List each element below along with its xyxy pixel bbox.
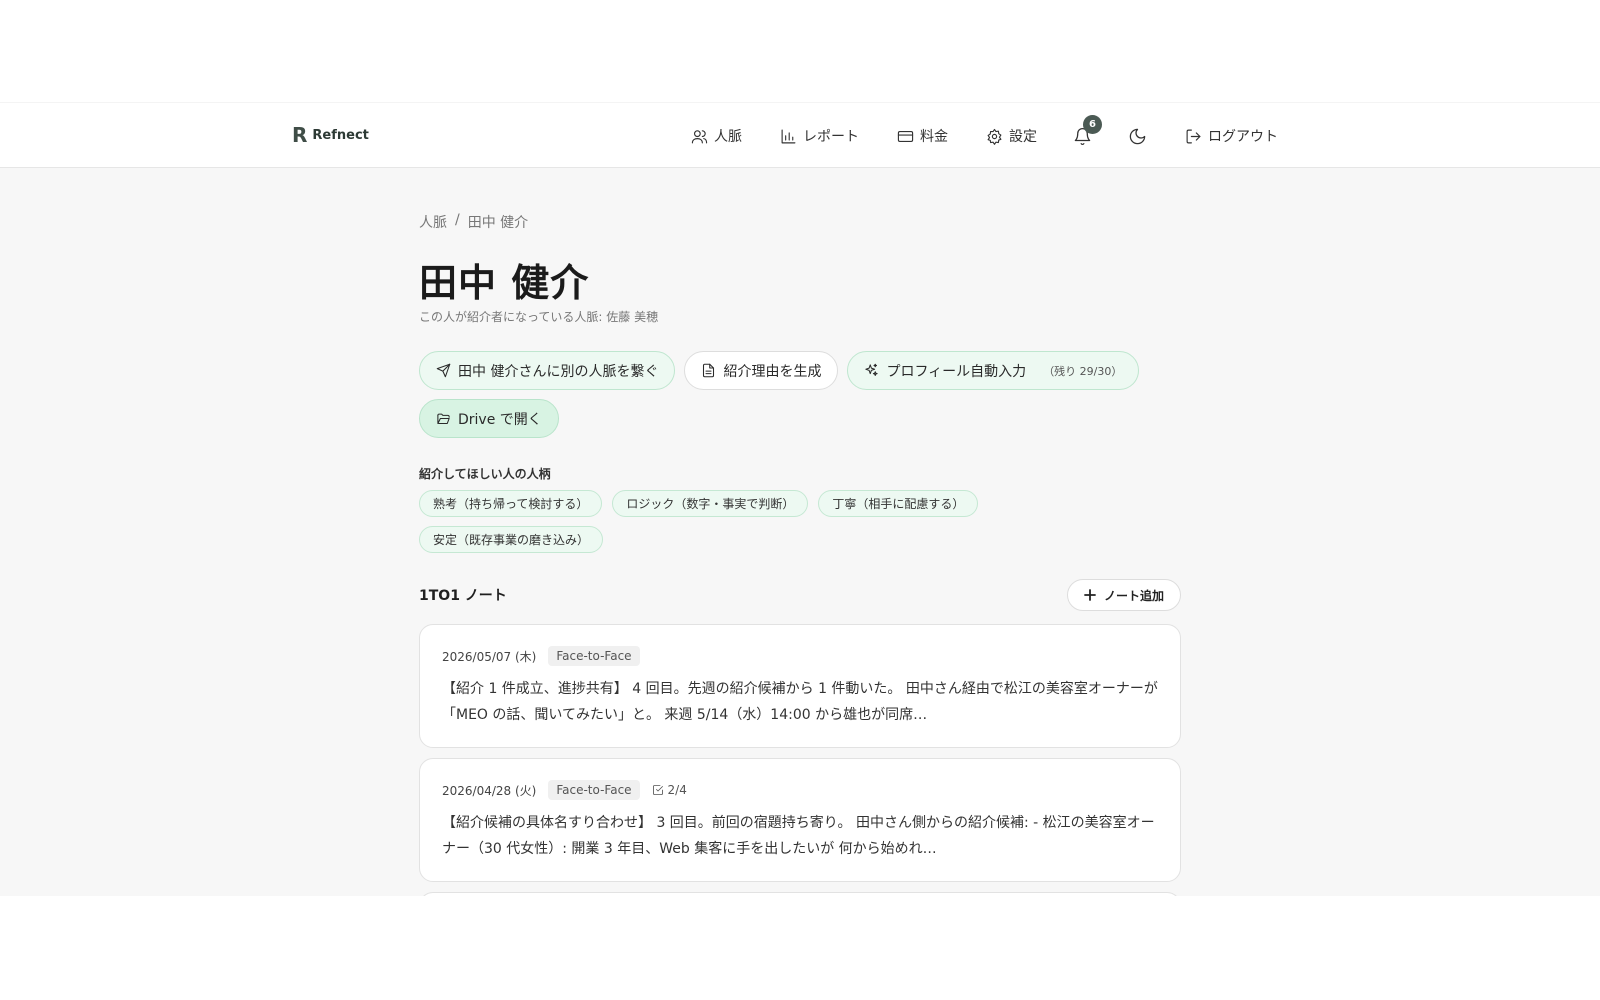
note-date: 2026/05/07 (木): [442, 649, 537, 664]
folder-open-icon: [437, 413, 450, 425]
users-icon: [691, 129, 708, 143]
connect-contact-button[interactable]: 田中 健介さんに別の人脈を繋ぐ: [419, 351, 676, 390]
generate-reason-button[interactable]: 紹介理由を生成: [684, 351, 839, 390]
referrer-subtitle: この人が紹介者になっている人脈: 佐藤 美穂: [419, 310, 659, 324]
main-nav: 人脈 レポート 料金 設定 6 ログアウト: [653, 103, 1278, 169]
note-date: 2026/04/28 (火): [442, 783, 537, 798]
note-meta: 2026/05/07 (木) Face-to-Face: [442, 645, 1158, 667]
credit-card-icon: [897, 130, 914, 142]
notes-title: 1TO1 ノート: [419, 588, 507, 604]
send-icon: [436, 363, 451, 378]
trait-chips: 熟考（持ち帰って検討する） ロジック（数字・事実で判断） 丁寧（相手に配慮する）…: [419, 490, 1039, 553]
bar-chart-icon: [781, 129, 796, 143]
notification-count-badge: 6: [1083, 114, 1102, 134]
logo[interactable]: R Refnect: [292, 125, 369, 145]
breadcrumb-current: 田中 健介: [467, 215, 529, 231]
trait-chip[interactable]: 安定（既存事業の磨き込み）: [419, 526, 604, 553]
page-title: 田中 健介: [419, 261, 590, 305]
profile-autofill-label: プロフィール自動入力: [886, 363, 1027, 380]
notifications-button[interactable]: 6: [1073, 114, 1102, 146]
action-buttons: 田中 健介さんに別の人脈を繋ぐ 紹介理由を生成 プロフィール自動入力 （残り 2…: [419, 351, 1181, 438]
logout-button[interactable]: ログアウト: [1185, 126, 1278, 146]
nav-pricing-label: 料金: [920, 129, 948, 145]
note-type-tag: Face-to-Face: [548, 780, 640, 800]
logout-icon: [1186, 129, 1201, 143]
autofill-remaining: （残り 29/30）: [1043, 364, 1123, 378]
document-icon: [703, 363, 715, 378]
checkbox-icon: [652, 785, 663, 795]
plus-icon: [1084, 589, 1096, 601]
logo-text: Refnect: [312, 127, 369, 143]
trait-chip[interactable]: ロジック（数字・事実で判断）: [612, 490, 809, 517]
breadcrumb-root-link[interactable]: 人脈: [419, 212, 447, 232]
sparkles-icon: [865, 363, 879, 377]
gear-icon: [987, 128, 1002, 145]
profile-autofill-button[interactable]: プロフィール自動入力 （残り 29/30）: [847, 351, 1140, 390]
nav-contacts-label: 人脈: [714, 129, 742, 145]
bottom-blank-area: [0, 896, 1600, 1000]
note-type-tag: Face-to-Face: [548, 646, 640, 666]
open-drive-label: Drive で開く: [458, 411, 542, 428]
main-content: 人脈 / 田中 健介 田中 健介 この人が紹介者になっている人脈: 佐藤 美穂 …: [0, 168, 1600, 896]
nav-reports[interactable]: レポート: [780, 126, 859, 146]
notes-header: 1TO1 ノート ノート追加: [419, 578, 1181, 612]
open-drive-button[interactable]: Drive で開く: [419, 399, 559, 438]
note-task-progress: 2/4: [652, 783, 687, 797]
note-task-count: 2/4: [667, 783, 687, 797]
moon-icon: [1129, 128, 1146, 144]
logout-label: ログアウト: [1208, 129, 1278, 145]
breadcrumb: 人脈 / 田中 健介: [419, 212, 528, 232]
note-body: 【紹介候補の具体名すり合わせ】 3 回目。前回の宿題持ち寄り。 田中さん側からの…: [442, 815, 1155, 857]
trait-chip[interactable]: 熟考（持ち帰って検討する）: [419, 490, 603, 517]
logo-mark: R: [292, 123, 308, 147]
generate-reason-label: 紹介理由を生成: [723, 363, 822, 380]
breadcrumb-separator: /: [455, 212, 460, 228]
nav-reports-label: レポート: [803, 129, 859, 145]
nav-contacts[interactable]: 人脈: [691, 126, 742, 146]
nav-pricing[interactable]: 料金: [897, 126, 948, 146]
nav-settings[interactable]: 設定: [986, 126, 1037, 146]
top-blank-area: [0, 0, 1600, 102]
add-note-button[interactable]: ノート追加: [1066, 579, 1181, 611]
note-card[interactable]: 2026/05/07 (木) Face-to-Face 【紹介 1 件成立、進捗…: [419, 624, 1181, 748]
traits-heading: 紹介してほしい人の人柄: [419, 467, 551, 481]
note-meta: 2026/04/28 (火) Face-to-Face 2/4: [442, 779, 1158, 801]
note-body: 【紹介 1 件成立、進捗共有】 4 回目。先週の紹介候補から 1 件動いた。 田…: [442, 681, 1158, 723]
nav-settings-label: 設定: [1009, 129, 1037, 145]
navbar: R Refnect 人脈 レポート 料金 設定 6 ログアウト: [0, 102, 1600, 168]
note-card[interactable]: 2026/04/28 (火) Face-to-Face 2/4 【紹介候補の具体…: [419, 758, 1181, 882]
connect-contact-label: 田中 健介さんに別の人脈を繋ぐ: [458, 363, 659, 380]
add-note-label: ノート追加: [1103, 588, 1164, 603]
theme-toggle-button[interactable]: [1128, 127, 1147, 146]
trait-chip[interactable]: 丁寧（相手に配慮する）: [818, 490, 979, 517]
